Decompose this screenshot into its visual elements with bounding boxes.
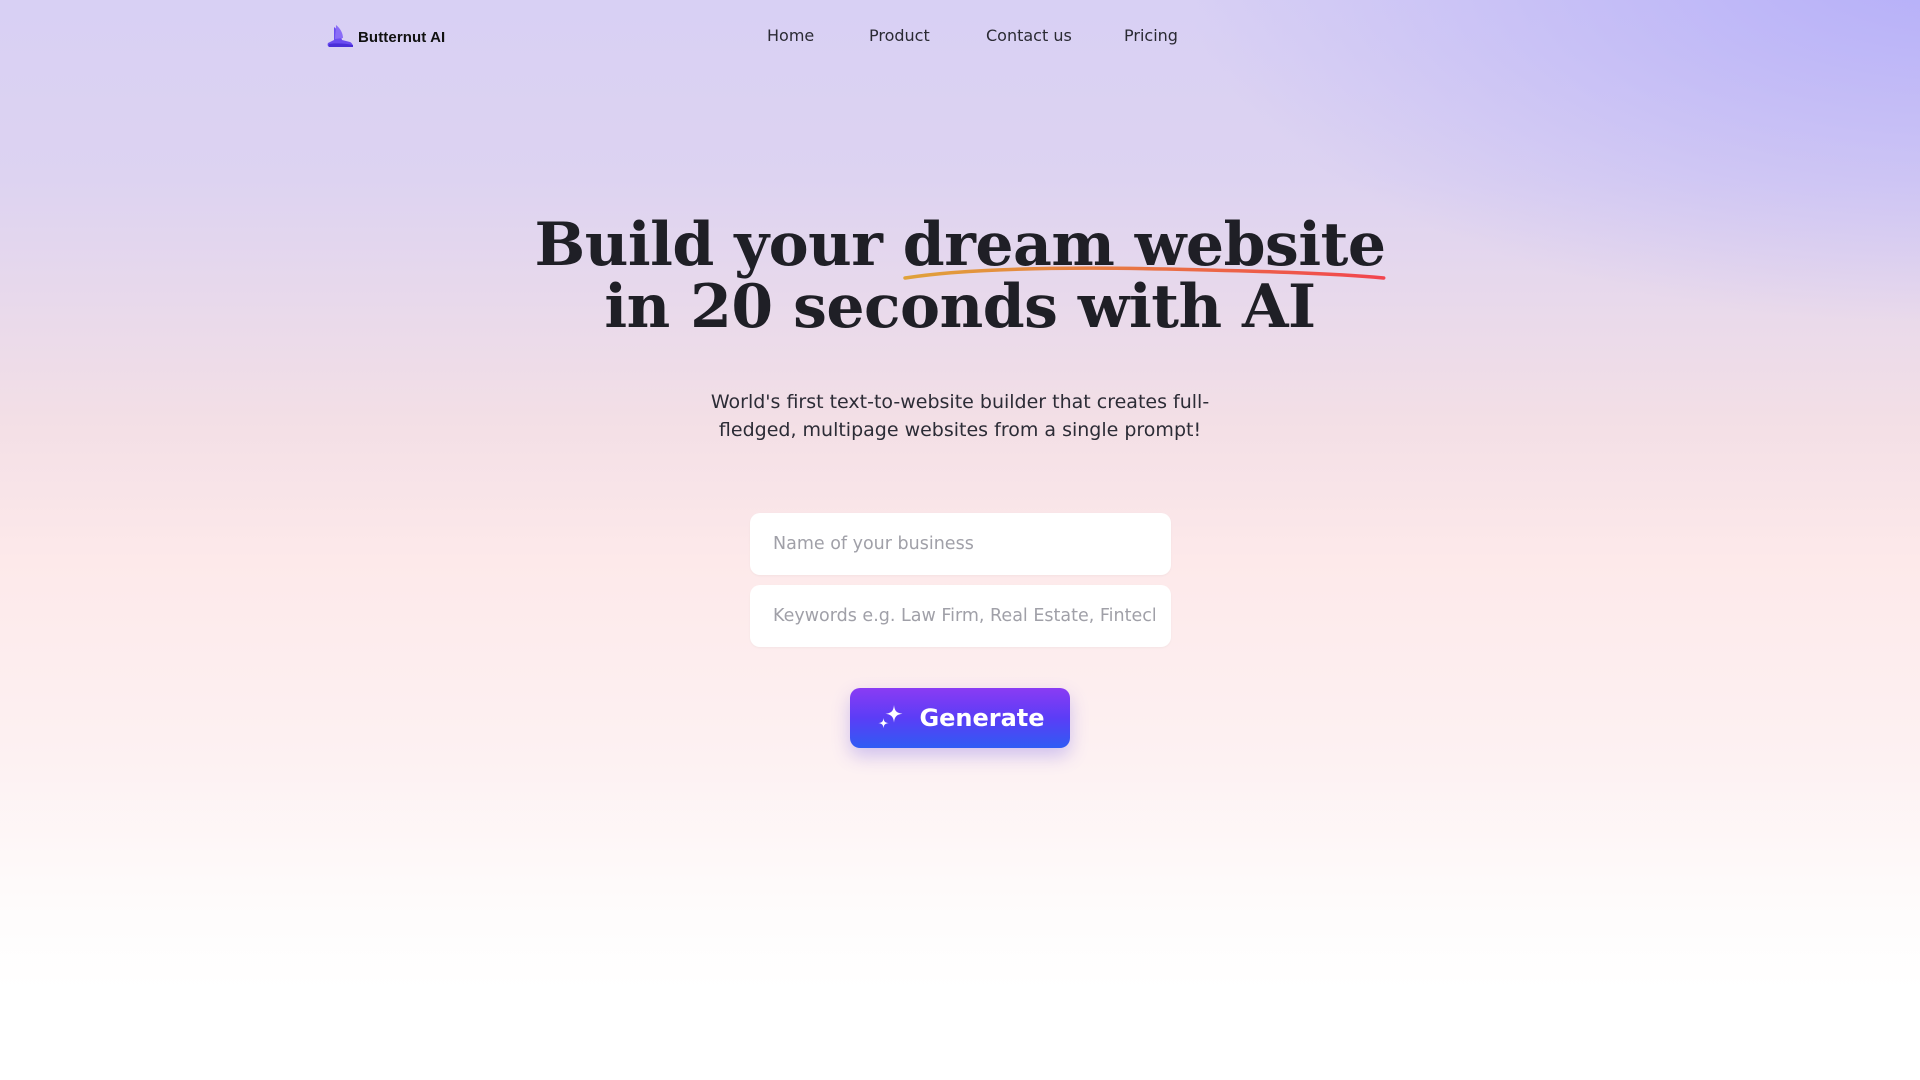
business-name-input[interactable] bbox=[750, 513, 1171, 575]
nav-product[interactable]: Product bbox=[869, 26, 930, 45]
headline-line-1: Build your dream website bbox=[0, 214, 1920, 280]
keywords-input[interactable] bbox=[750, 585, 1171, 647]
generate-button[interactable]: Generate bbox=[850, 688, 1070, 748]
hero-subtitle: World's first text-to-website builder th… bbox=[0, 388, 1920, 444]
hero-headline: Build your dream website in 20 seconds w… bbox=[0, 214, 1920, 338]
subtitle-line-2: fledged, multipage websites from a singl… bbox=[718, 419, 1202, 441]
nav-pricing[interactable]: Pricing bbox=[1124, 26, 1178, 45]
page-bottom bbox=[0, 990, 1920, 1080]
headline-prefix: Build your bbox=[534, 210, 903, 280]
highlight-underline bbox=[903, 266, 1386, 280]
headline-highlight: dream website bbox=[903, 214, 1386, 280]
generate-button-label: Generate bbox=[919, 704, 1045, 732]
hero-background bbox=[0, 0, 1920, 990]
sparkle-icon bbox=[878, 705, 903, 729]
nav-contact-us[interactable]: Contact us bbox=[986, 26, 1072, 45]
nav-home[interactable]: Home bbox=[767, 26, 814, 45]
subtitle-line-1: World's first text-to-website builder th… bbox=[710, 391, 1210, 413]
headline-line-2: in 20 seconds with AI bbox=[604, 272, 1316, 342]
top-nav: Home Product Contact us Pricing bbox=[0, 22, 1920, 52]
